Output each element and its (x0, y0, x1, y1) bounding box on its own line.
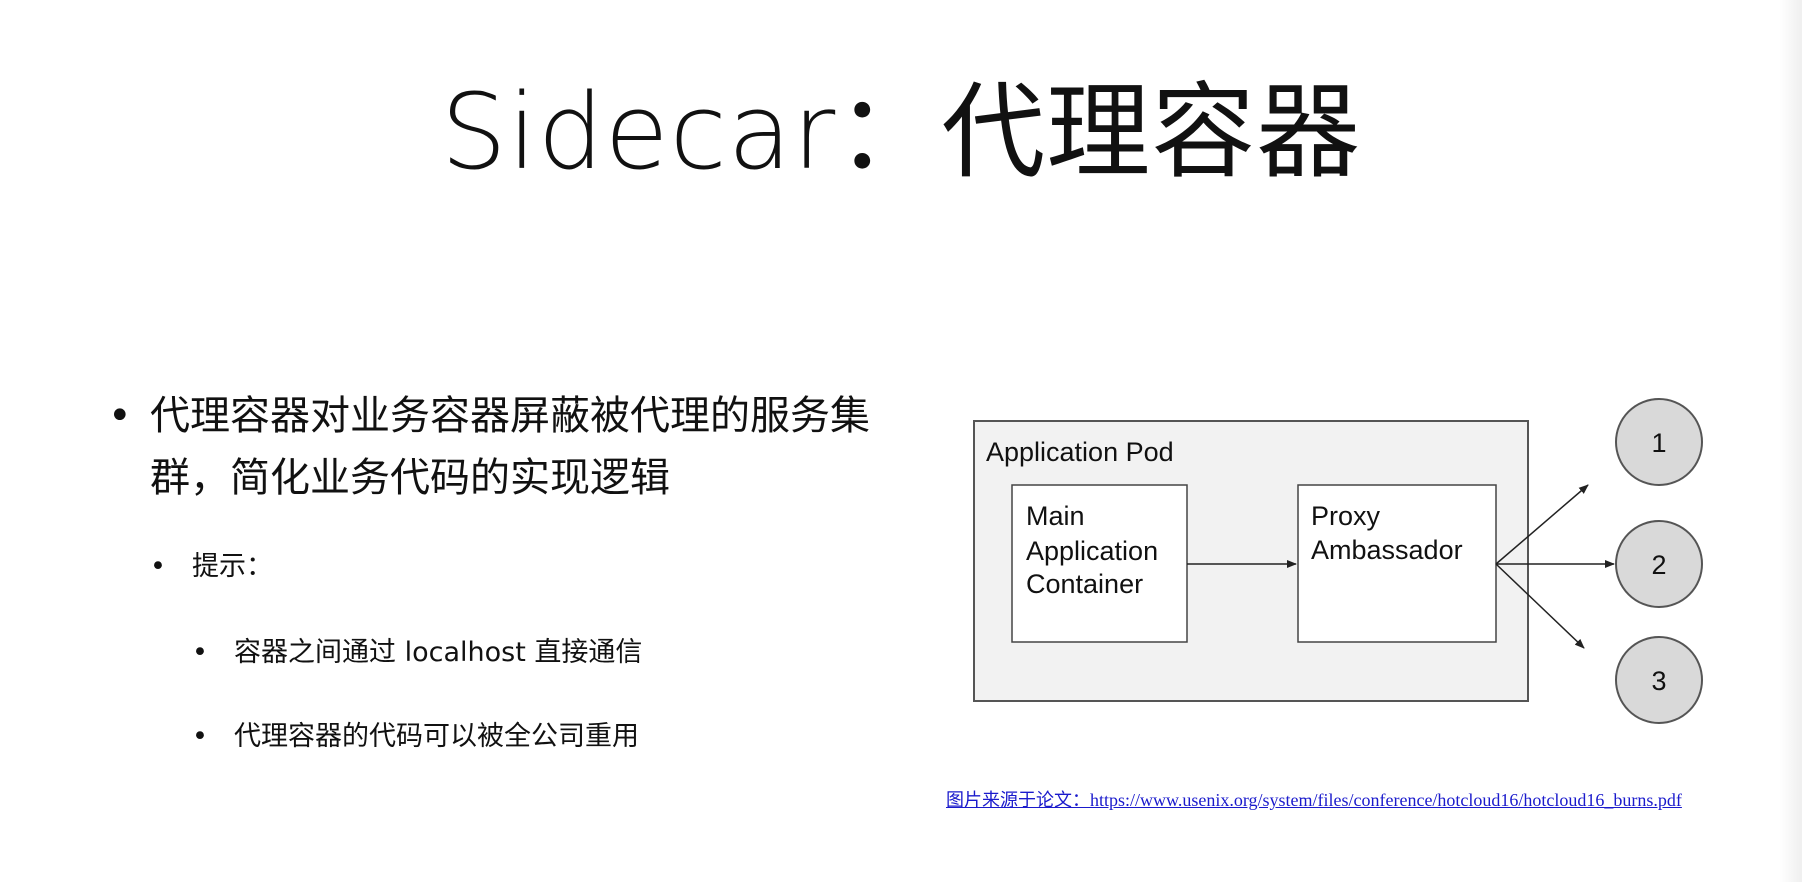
bullet-sub-item-text: 代理容器的代码可以被全公司重用 (234, 721, 639, 752)
bullet-hint-text: 提示： (192, 551, 273, 582)
bullet-dot-icon: • (150, 551, 166, 582)
bullet-dot-icon: • (192, 637, 208, 668)
source-citation-link[interactable]: 图片来源于论文：https://www.usenix.org/system/fi… (946, 786, 1682, 812)
bullet-hint: • 提示： (150, 547, 273, 587)
proxy-label-line: Proxy (1311, 501, 1381, 531)
bullet-sub-item-text: 容器之间通过 localhost 直接通信 (234, 637, 643, 668)
proxy-label-line: Ambassador (1311, 535, 1463, 565)
bullet-sub-item: • 代理容器的代码可以被全公司重用 (192, 717, 639, 757)
bullet-sub-item: • 容器之间通过 localhost 直接通信 (192, 633, 642, 673)
main-container-label-line: Container (1026, 569, 1143, 599)
service-node-label: 1 (1651, 428, 1666, 458)
service-node-label: 3 (1651, 666, 1666, 696)
slide-title: Sidecar：代理容器 (440, 71, 1362, 193)
bullet-main-text: 代理容器对业务容器屏蔽被代理的服务集群，简化业务代码的实现逻辑 (150, 393, 870, 501)
bullet-dot-icon: • (192, 721, 208, 752)
application-pod-label: Application Pod (986, 437, 1174, 467)
service-node-label: 2 (1651, 550, 1666, 580)
sidecar-diagram: Application Pod Main Application Contain… (960, 390, 1720, 734)
main-container-label-line: Application (1026, 536, 1158, 566)
main-container-label-line: Main (1026, 501, 1085, 531)
bullet-dot-icon: • (108, 393, 132, 439)
bullet-main: • 代理容器对业务容器屏蔽被代理的服务集群，简化业务代码的实现逻辑 (100, 385, 870, 509)
diagram-svg: Application Pod Main Application Contain… (973, 398, 1703, 724)
